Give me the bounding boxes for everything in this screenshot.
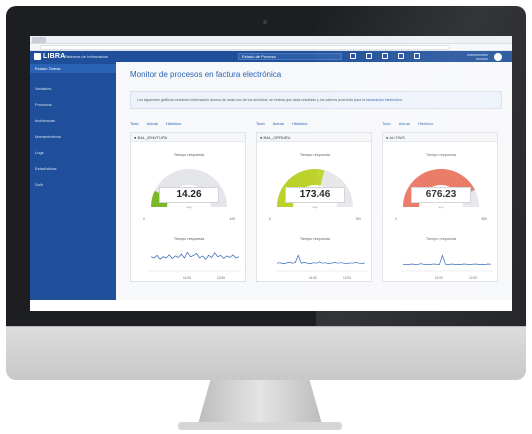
app-logo[interactable]: LIBRA bbox=[34, 53, 65, 60]
screen: LIBRA Sistemas de Información Estado de … bbox=[30, 36, 512, 311]
tab-actual[interactable]: Actual bbox=[273, 121, 284, 126]
card-tabs: Todo Actual Histórico bbox=[256, 121, 307, 126]
gauge-min-label: 0 bbox=[269, 217, 271, 221]
process-select[interactable]: Estado de Proceso bbox=[238, 53, 342, 60]
user-name[interactable]: xxxxxxxxxxxx xxxxxxx bbox=[458, 53, 488, 61]
gauge-value: 676.23 bbox=[411, 187, 471, 203]
monitor-card: ● BAL_OPRUEU Tiempo respuesta 173.46 seg… bbox=[256, 132, 372, 282]
card-tabs: Todo Actual Histórico bbox=[130, 121, 181, 126]
monitor-card: ● BAL_IENVTUPA Tiempo respuesta 14.26 se… bbox=[130, 132, 246, 282]
page-footer bbox=[30, 300, 512, 311]
gauge-max-label: 800 bbox=[481, 217, 487, 221]
sidebar-item-salir[interactable]: Salir bbox=[30, 180, 116, 189]
sidebar-item-procesos[interactable]: Procesos bbox=[30, 100, 116, 109]
card-header: ● BAL_OPRUEU bbox=[257, 133, 371, 142]
sparkline-title: Tiempo respuesta bbox=[173, 237, 205, 241]
main-content: Monitor de procesos en factura electróni… bbox=[116, 62, 512, 311]
sidebar-item-variables[interactable]: Variables bbox=[30, 84, 116, 93]
tab-historico[interactable]: Histórico bbox=[166, 121, 182, 126]
gauge-value: 14.26 bbox=[159, 187, 219, 203]
tab-actual[interactable]: Actual bbox=[147, 121, 158, 126]
sparkline-x-tick: 12:00 bbox=[469, 276, 477, 280]
card-title: AU PAIS bbox=[389, 135, 405, 140]
grid-icon[interactable] bbox=[382, 53, 388, 59]
sparkline-title: Tiempo respuesta bbox=[299, 237, 331, 241]
tab-todo[interactable]: Todo bbox=[382, 121, 391, 126]
sparkline-chart bbox=[275, 254, 367, 272]
info-text: Los siguientes gráficos muestran informa… bbox=[137, 98, 366, 102]
app-name: Sistemas de Información bbox=[64, 54, 109, 59]
sparkline-title: Tiempo respuesta bbox=[425, 237, 457, 241]
logo-icon bbox=[34, 53, 41, 60]
tab-actual[interactable]: Actual bbox=[399, 121, 410, 126]
card-tabs: Todo Actual Histórico bbox=[382, 121, 433, 126]
monitor-stand-base bbox=[178, 422, 342, 430]
sparkline-series bbox=[276, 254, 366, 265]
gauge-title: Tiempo respuesta bbox=[173, 153, 205, 157]
sidebar: Estado Tareas Variables Procesos Inciden… bbox=[30, 62, 116, 311]
sidebar-item-logs[interactable]: Logs bbox=[30, 148, 116, 157]
gauge-unit: seg bbox=[186, 205, 192, 209]
url-input[interactable] bbox=[40, 45, 450, 50]
logo-text: LIBRA bbox=[43, 53, 66, 60]
browser-address-bar bbox=[30, 44, 512, 51]
gauge-title: Tiempo respuesta bbox=[299, 153, 331, 157]
tab-todo[interactable]: Todo bbox=[130, 121, 139, 126]
gauge-max-label: 100 bbox=[229, 217, 235, 221]
settings-icon[interactable] bbox=[398, 53, 404, 59]
sparkline-x-tick: 11:00 bbox=[435, 276, 443, 280]
sparkline-x-tick: 12:00 bbox=[217, 276, 225, 280]
monitor: LIBRA Sistemas de Información Estado de … bbox=[6, 6, 526, 380]
gauge-value: 173.46 bbox=[285, 187, 345, 203]
gauge-title: Tiempo respuesta bbox=[425, 153, 457, 157]
sparkline-chart bbox=[149, 251, 241, 272]
sidebar-item-incidencias[interactable]: Incidencias bbox=[30, 116, 116, 125]
sparkline-x-tick: 11:00 bbox=[309, 276, 317, 280]
sidebar-item-estadisticas[interactable]: Estadísticas bbox=[30, 164, 116, 173]
monitor-icon[interactable] bbox=[366, 53, 372, 59]
tab-historico[interactable]: Histórico bbox=[418, 121, 434, 126]
topbar-icons bbox=[350, 53, 420, 59]
sparkline-x-tick: 11:00 bbox=[183, 276, 191, 280]
sparkline-series bbox=[402, 254, 492, 265]
card-header: ● AU PAIS bbox=[383, 133, 497, 142]
sidebar-item-mantenimiento[interactable]: Mantenimiento bbox=[30, 132, 116, 141]
page-title: Monitor de procesos en factura electróni… bbox=[130, 70, 282, 79]
card-header: ● BAL_IENVTUPA bbox=[131, 133, 245, 142]
monitor-chin bbox=[6, 326, 526, 380]
monitor-stand bbox=[198, 380, 322, 424]
gauge-unit: seg bbox=[438, 205, 444, 209]
info-link[interactable]: facturación electrónica bbox=[366, 98, 402, 102]
notification-icon[interactable] bbox=[414, 53, 420, 59]
sparkline-x-tick: 12:00 bbox=[343, 276, 351, 280]
browser-tab[interactable] bbox=[32, 37, 46, 43]
card-title: BAL_IENVTUPA bbox=[137, 135, 168, 140]
sparkline-series bbox=[150, 251, 240, 260]
gauge-max-label: 300 bbox=[355, 217, 361, 221]
monitor-card: ● AU PAIS Tiempo respuesta 676.23 seg 0 … bbox=[382, 132, 498, 282]
info-box: Los siguientes gráficos muestran informa… bbox=[130, 91, 502, 109]
tab-historico[interactable]: Histórico bbox=[292, 121, 308, 126]
gauge-min-label: 0 bbox=[395, 217, 397, 221]
sparkline-chart bbox=[401, 254, 493, 272]
sidebar-item-estado-tareas[interactable]: Estado Tareas bbox=[30, 64, 116, 73]
gauge-min-label: 0 bbox=[143, 217, 145, 221]
home-icon[interactable] bbox=[350, 53, 356, 59]
card-title: BAL_OPRUEU bbox=[263, 135, 291, 140]
tab-todo[interactable]: Todo bbox=[256, 121, 265, 126]
browser-tab-bar bbox=[30, 36, 512, 44]
app-topbar: LIBRA Sistemas de Información Estado de … bbox=[30, 51, 512, 62]
avatar[interactable] bbox=[494, 53, 502, 61]
camera-dot bbox=[263, 20, 267, 24]
gauge-unit: seg bbox=[312, 205, 318, 209]
user-name-line2: xxxxxxx bbox=[475, 57, 488, 61]
